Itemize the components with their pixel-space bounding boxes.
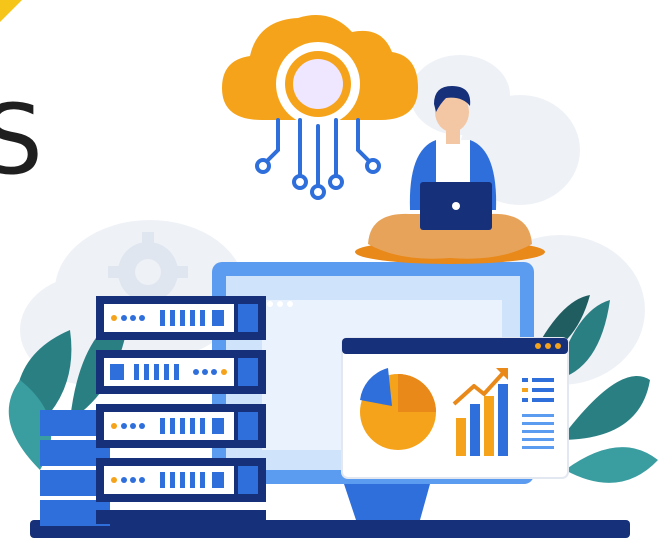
analytics-dashboard [341,337,569,479]
cloud-network-icon [222,15,418,200]
cloud-computing-illustration [0,0,658,538]
server-rack [96,296,266,524]
corner-swoosh [0,0,22,22]
